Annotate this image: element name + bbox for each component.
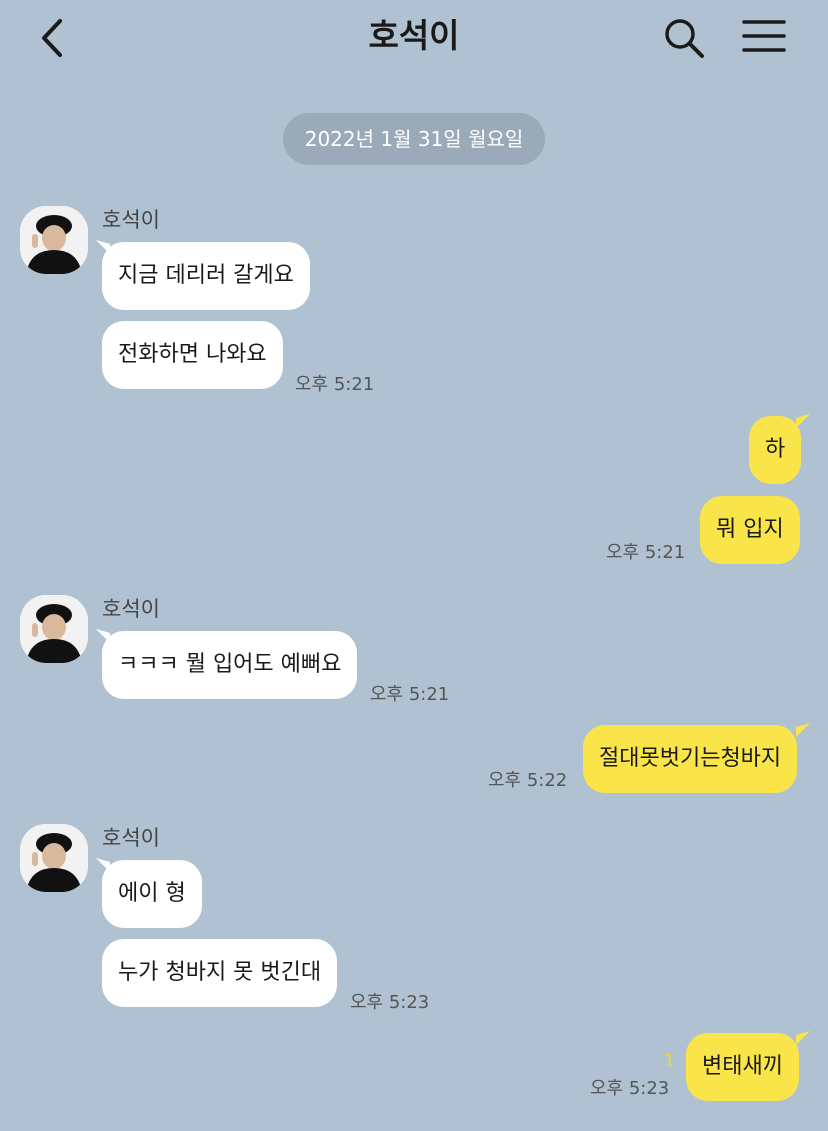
- message-time: 오후 5:21: [370, 684, 450, 705]
- search-icon: [665, 19, 704, 58]
- message-bubble-incoming[interactable]: 전화하면 나와요: [102, 321, 283, 389]
- message-time: 오후 5:21: [295, 374, 375, 395]
- message-bubble-outgoing[interactable]: 하: [749, 416, 802, 484]
- message-time: 오후 5:23: [590, 1078, 670, 1099]
- message-bubble-outgoing[interactable]: 뭐 입지: [700, 496, 800, 564]
- search-button[interactable]: [662, 16, 706, 60]
- hamburger-menu-icon: [742, 20, 786, 52]
- profile-photo-icon: [20, 595, 88, 663]
- avatar[interactable]: [20, 206, 88, 274]
- message-bubble-outgoing[interactable]: 절대못벗기는청바지: [583, 725, 798, 793]
- avatar[interactable]: [20, 824, 88, 892]
- message-bubble-incoming[interactable]: ㅋㅋㅋ 뭘 입어도 예뻐요: [102, 631, 358, 699]
- bubble-tail: [796, 723, 810, 737]
- message-bubble-incoming[interactable]: 에이 형: [102, 860, 202, 928]
- message-bubble-incoming[interactable]: 누가 청바지 못 벗긴대: [102, 939, 338, 1007]
- sender-name: 호석이: [102, 208, 160, 232]
- avatar[interactable]: [20, 595, 88, 663]
- message-time: 오후 5:23: [350, 992, 430, 1013]
- date-divider: 2022년 1월 31일 월요일: [283, 113, 545, 165]
- message-time: 오후 5:21: [606, 542, 686, 563]
- bubble-tail: [796, 414, 810, 428]
- menu-button[interactable]: [742, 18, 786, 58]
- bubble-tail: [796, 1031, 810, 1045]
- message-bubble-outgoing[interactable]: 변태새끼: [686, 1033, 799, 1101]
- sender-name: 호석이: [102, 597, 160, 621]
- sender-name: 호석이: [102, 826, 160, 850]
- profile-photo-icon: [20, 206, 88, 274]
- profile-photo-icon: [20, 824, 88, 892]
- unread-count: 1: [664, 1051, 675, 1071]
- message-time: 오후 5:22: [488, 770, 568, 791]
- message-bubble-incoming[interactable]: 지금 데리러 갈게요: [102, 242, 310, 310]
